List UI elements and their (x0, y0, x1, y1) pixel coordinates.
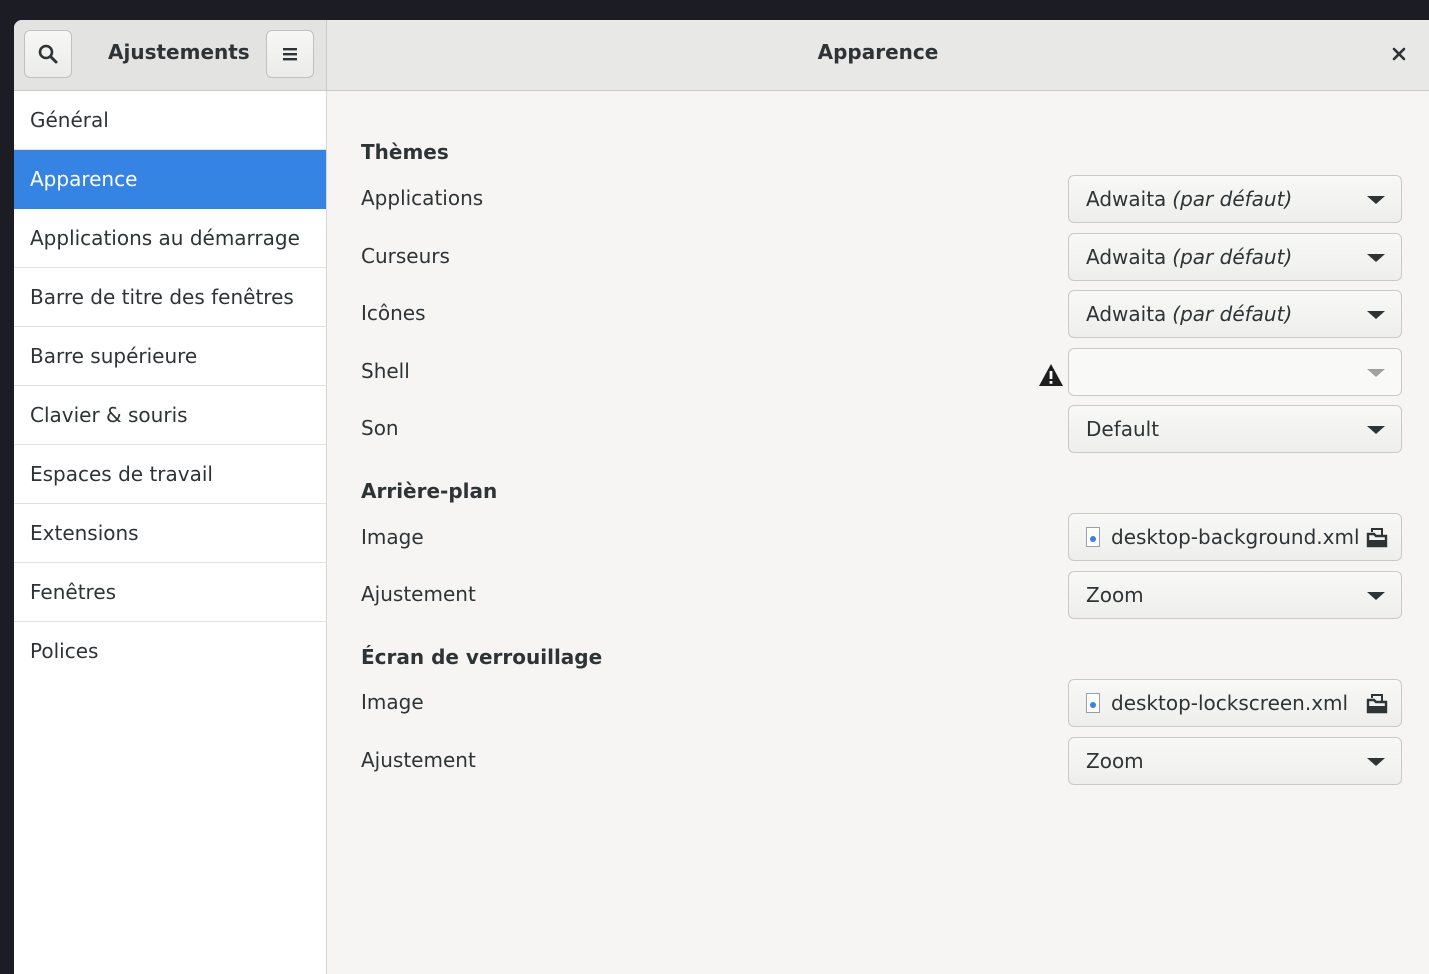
sidebar-item-workspaces[interactable]: Espaces de travail (14, 445, 326, 504)
tweaks-window: Ajustements Apparence Général Apparence … (14, 20, 1429, 974)
shell-theme-label: Shell (361, 359, 410, 383)
shell-theme-dropdown[interactable] (1068, 348, 1402, 396)
section-title-background: Arrière-plan (361, 479, 498, 503)
appearance-panel: Thèmes Applications Adwaita (par défaut)… (327, 91, 1429, 974)
open-folder-icon (1366, 528, 1388, 548)
main-header: Apparence (327, 20, 1429, 90)
lockscreen-adjustment-label: Ajustement (361, 748, 476, 772)
section-title-themes: Thèmes (361, 140, 449, 164)
close-button[interactable] (1387, 42, 1411, 66)
dropdown-value: Default (1086, 417, 1160, 441)
sidebar-item-top-bar[interactable]: Barre supérieure (14, 327, 326, 386)
dropdown-value: Zoom (1086, 749, 1144, 773)
lockscreen-image-file-button[interactable]: desktop-lockscreen.xml (1068, 679, 1402, 727)
chevron-down-icon (1367, 311, 1385, 319)
chevron-down-icon (1367, 426, 1385, 434)
icons-theme-dropdown[interactable]: Adwaita (par défaut) (1068, 290, 1402, 338)
dropdown-value: Adwaita (1086, 302, 1167, 326)
sound-theme-label: Son (361, 416, 399, 440)
chevron-down-icon (1367, 196, 1385, 204)
sidebar-header: Ajustements (14, 20, 327, 90)
dropdown-default-suffix: (par défaut) (1172, 187, 1293, 211)
close-icon (1392, 47, 1406, 61)
sidebar-item-appearance[interactable]: Apparence (14, 150, 326, 209)
sidebar-item-keyboard-mouse[interactable]: Clavier & souris (14, 386, 326, 445)
sound-theme-dropdown[interactable]: Default (1068, 405, 1402, 453)
sidebar-item-extensions[interactable]: Extensions (14, 504, 326, 563)
file-name: desktop-background.xml (1111, 525, 1360, 549)
sidebar-item-startup-applications[interactable]: Applications au démarrage (14, 209, 326, 268)
open-folder-icon (1366, 694, 1388, 714)
background-adjustment-label: Ajustement (361, 582, 476, 606)
background-image-file-button[interactable]: desktop-background.xml (1068, 513, 1402, 561)
cursors-theme-dropdown[interactable]: Adwaita (par défaut) (1068, 233, 1402, 281)
background-image-label: Image (361, 525, 424, 549)
section-title-lockscreen: Écran de verrouillage (361, 645, 603, 669)
lockscreen-adjustment-dropdown[interactable]: Zoom (1068, 737, 1402, 785)
dropdown-value: Adwaita (1086, 187, 1167, 211)
background-adjustment-dropdown[interactable]: Zoom (1068, 571, 1402, 619)
dropdown-default-suffix: (par défaut) (1172, 245, 1293, 269)
image-file-icon (1086, 693, 1100, 713)
chevron-down-icon (1367, 254, 1385, 262)
lockscreen-image-label: Image (361, 690, 424, 714)
applications-theme-dropdown[interactable]: Adwaita (par défaut) (1068, 175, 1402, 223)
image-file-icon (1086, 527, 1100, 547)
icons-theme-label: Icônes (361, 301, 426, 325)
chevron-down-icon (1367, 369, 1385, 377)
headerbar: Ajustements Apparence (14, 20, 1429, 91)
app-title: Ajustements (108, 40, 250, 64)
hamburger-menu-icon (283, 48, 297, 61)
search-icon (38, 44, 58, 64)
menu-button[interactable] (266, 30, 314, 78)
warning-icon (1039, 364, 1063, 386)
dropdown-value: Zoom (1086, 583, 1144, 607)
cursors-theme-label: Curseurs (361, 244, 450, 268)
applications-theme-label: Applications (361, 186, 484, 210)
sidebar-item-general[interactable]: Général (14, 91, 326, 150)
file-name: desktop-lockscreen.xml (1111, 691, 1349, 715)
sidebar: Général Apparence Applications au démarr… (14, 91, 327, 974)
sidebar-item-window-titlebars[interactable]: Barre de titre des fenêtres (14, 268, 326, 327)
page-title: Apparence (817, 40, 939, 64)
chevron-down-icon (1367, 758, 1385, 766)
chevron-down-icon (1367, 592, 1385, 600)
sidebar-item-fonts[interactable]: Polices (14, 622, 326, 681)
sidebar-item-windows[interactable]: Fenêtres (14, 563, 326, 622)
dropdown-default-suffix: (par défaut) (1172, 302, 1293, 326)
search-button[interactable] (24, 30, 72, 78)
dropdown-value: Adwaita (1086, 245, 1167, 269)
